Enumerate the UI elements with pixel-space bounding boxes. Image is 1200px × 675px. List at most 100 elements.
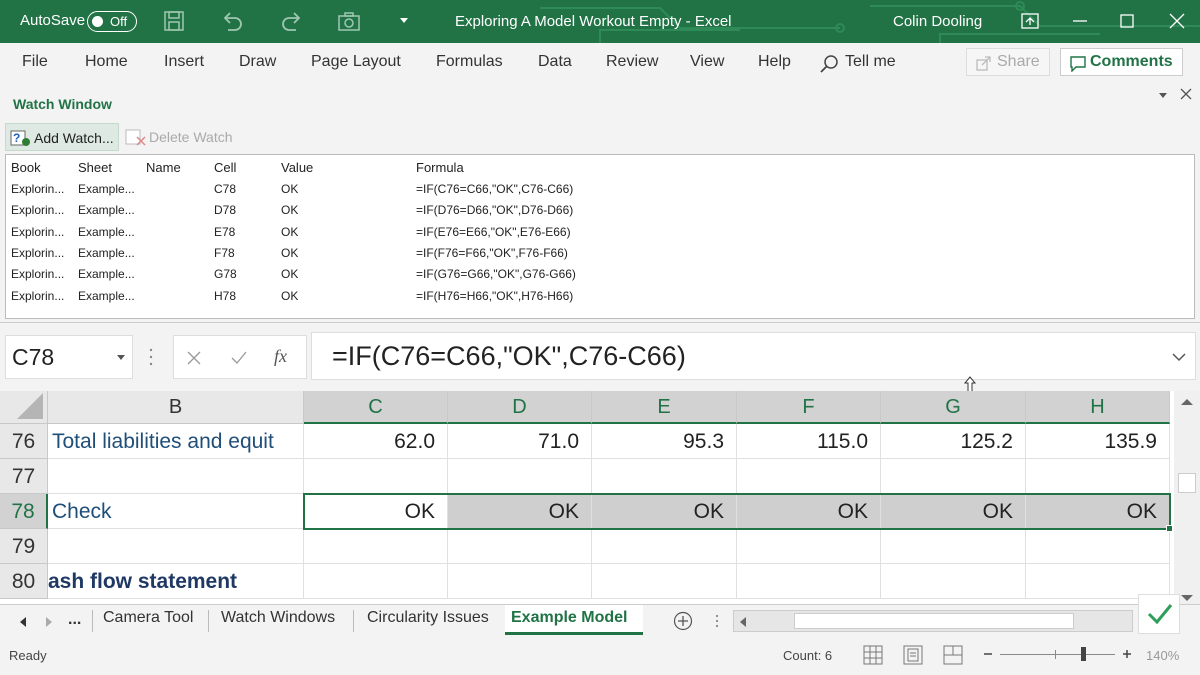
- cell[interactable]: [592, 529, 737, 564]
- menu-formulas[interactable]: Formulas: [436, 53, 503, 71]
- user-name[interactable]: Colin Dooling: [893, 13, 982, 30]
- cell-label[interactable]: Check: [48, 494, 304, 529]
- pane-close-icon[interactable]: [1178, 86, 1194, 102]
- new-sheet-icon[interactable]: [673, 611, 693, 631]
- watch-row[interactable]: Explorin... Example... E78 OK =IF(E76=E66,"O…: [6, 222, 1194, 243]
- column-header-b[interactable]: B: [48, 391, 304, 424]
- tab-camera-tool[interactable]: Camera Tool: [103, 609, 193, 627]
- autosave-toggle[interactable]: Off: [87, 11, 137, 32]
- cell-label[interactable]: ash flow statement: [48, 564, 304, 599]
- cell[interactable]: [881, 529, 1026, 564]
- expand-formula-icon[interactable]: [1172, 352, 1186, 362]
- cell[interactable]: [737, 529, 881, 564]
- cell[interactable]: 95.3: [592, 424, 737, 459]
- delete-watch-button[interactable]: Delete Watch: [122, 123, 244, 151]
- zoom-out-icon[interactable]: [982, 648, 994, 660]
- menu-home[interactable]: Home: [85, 53, 128, 71]
- cell[interactable]: 115.0: [737, 424, 881, 459]
- cell[interactable]: 125.2: [881, 424, 1026, 459]
- spreadsheet-grid[interactable]: B C D E F G H 76 Total liabilities and eq…: [0, 391, 1174, 604]
- cell[interactable]: OK: [304, 494, 448, 529]
- normal-view-icon[interactable]: [863, 645, 883, 665]
- cell[interactable]: OK: [737, 494, 881, 529]
- horizontal-scrollbar[interactable]: [733, 610, 1133, 632]
- cell[interactable]: [737, 459, 881, 494]
- page-break-view-icon[interactable]: [943, 645, 963, 665]
- zoom-slider-thumb[interactable]: [1081, 647, 1086, 661]
- scroll-down-icon[interactable]: [1180, 593, 1194, 603]
- watch-row[interactable]: Explorin... Example... G78 OK =IF(G76=G66,"O…: [6, 264, 1194, 285]
- cell[interactable]: [304, 459, 448, 494]
- cell-label[interactable]: [48, 529, 304, 564]
- header-book[interactable]: Book: [11, 160, 41, 175]
- menu-view[interactable]: View: [690, 53, 724, 71]
- undo-icon[interactable]: [220, 10, 244, 32]
- zoom-slider[interactable]: [1000, 647, 1115, 661]
- tab-scroll-left-icon[interactable]: [18, 616, 28, 628]
- header-formula[interactable]: Formula: [416, 160, 464, 175]
- zoom-level[interactable]: 140%: [1146, 648, 1179, 663]
- tab-circularity-issues[interactable]: Circularity Issues: [367, 609, 489, 627]
- formula-input[interactable]: =IF(C76=C66,"OK",C76-C66): [311, 332, 1196, 380]
- menu-tell-me[interactable]: Tell me: [845, 53, 896, 71]
- menu-page-layout[interactable]: Page Layout: [311, 53, 401, 71]
- zoom-in-icon[interactable]: [1121, 648, 1133, 660]
- cell[interactable]: [881, 459, 1026, 494]
- cell-label[interactable]: [48, 459, 304, 494]
- hscroll-left-icon[interactable]: [738, 616, 748, 628]
- cell[interactable]: [592, 564, 737, 599]
- cell[interactable]: OK: [448, 494, 592, 529]
- row-header[interactable]: 76: [0, 424, 48, 459]
- pane-options-icon[interactable]: [1156, 88, 1170, 102]
- grip-icon[interactable]: [149, 347, 153, 367]
- cell[interactable]: [592, 459, 737, 494]
- watch-list[interactable]: Book Sheet Name Cell Value Formula Explo…: [5, 154, 1195, 319]
- watch-row[interactable]: Explorin... Example... D78 OK =IF(D76=D66,"O…: [6, 200, 1194, 221]
- column-header-d[interactable]: D: [448, 391, 592, 424]
- row-header[interactable]: 78: [0, 494, 48, 529]
- name-box[interactable]: C78: [5, 335, 133, 379]
- cell[interactable]: 71.0: [448, 424, 592, 459]
- column-header-c[interactable]: C: [304, 391, 448, 424]
- cell[interactable]: OK: [592, 494, 737, 529]
- cancel-icon[interactable]: [186, 350, 202, 366]
- minimize-icon[interactable]: [1068, 9, 1092, 33]
- menu-insert[interactable]: Insert: [164, 53, 204, 71]
- vertical-scrollbar[interactable]: [1174, 391, 1200, 604]
- maximize-icon[interactable]: [1115, 9, 1139, 33]
- watch-row[interactable]: Explorin... Example... C78 OK =IF(C76=C66,"O…: [6, 179, 1194, 200]
- comments-button[interactable]: Comments: [1060, 48, 1183, 76]
- column-header-h[interactable]: H: [1026, 391, 1170, 424]
- header-name[interactable]: Name: [146, 160, 181, 175]
- column-header-e[interactable]: E: [592, 391, 737, 424]
- cell[interactable]: [448, 564, 592, 599]
- menu-help[interactable]: Help: [758, 53, 791, 71]
- header-cell[interactable]: Cell: [214, 160, 236, 175]
- tab-more[interactable]: ...: [68, 611, 81, 629]
- select-all-button[interactable]: [0, 391, 48, 424]
- customize-toolbar-icon[interactable]: [398, 16, 410, 26]
- ribbon-display-icon[interactable]: [1018, 9, 1042, 33]
- watch-row[interactable]: Explorin... Example... H78 OK =IF(H76=H66,"O…: [6, 286, 1194, 307]
- menu-review[interactable]: Review: [606, 53, 658, 71]
- add-watch-button[interactable]: ? Add Watch...: [5, 123, 119, 151]
- header-value[interactable]: Value: [281, 160, 313, 175]
- menu-file[interactable]: File: [22, 53, 48, 71]
- share-button[interactable]: Share: [966, 48, 1050, 76]
- cell[interactable]: [881, 564, 1026, 599]
- cell[interactable]: OK: [881, 494, 1026, 529]
- redo-icon[interactable]: [280, 10, 304, 32]
- menu-data[interactable]: Data: [538, 53, 572, 71]
- cell[interactable]: [304, 529, 448, 564]
- row-header[interactable]: 77: [0, 459, 48, 494]
- cell[interactable]: [1026, 529, 1170, 564]
- cell[interactable]: 62.0: [304, 424, 448, 459]
- header-sheet[interactable]: Sheet: [78, 160, 112, 175]
- tab-splitter-icon[interactable]: [715, 613, 719, 629]
- column-header-f[interactable]: F: [737, 391, 881, 424]
- row-header[interactable]: 79: [0, 529, 48, 564]
- chevron-down-icon[interactable]: [116, 354, 126, 362]
- camera-icon[interactable]: [337, 10, 361, 32]
- fill-handle[interactable]: [1166, 525, 1173, 532]
- cell-label[interactable]: Total liabilities and equit: [48, 424, 304, 459]
